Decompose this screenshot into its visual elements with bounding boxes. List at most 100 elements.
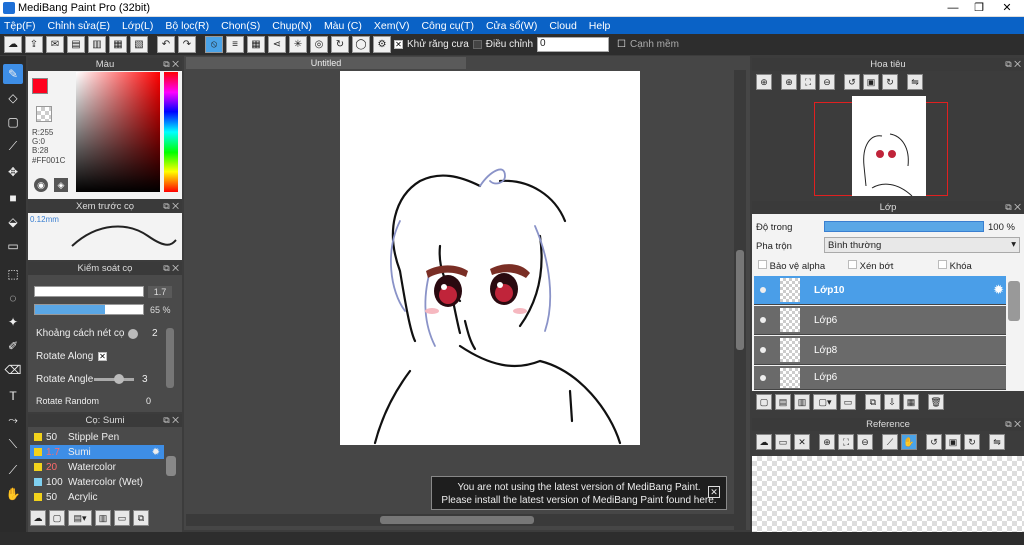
text-tool-icon[interactable]: T bbox=[3, 386, 23, 406]
fit-screen-icon[interactable]: ⛶ bbox=[800, 74, 816, 90]
cloud-download-icon[interactable]: ☁ bbox=[756, 434, 772, 450]
new-layer-icon[interactable]: ▢ bbox=[756, 394, 772, 410]
close-reference-icon[interactable]: ✕ bbox=[794, 434, 810, 450]
layer-opacity-slider[interactable] bbox=[824, 221, 984, 232]
brush-opacity-slider[interactable] bbox=[34, 304, 144, 315]
panel-popout-icon[interactable]: ⧉ ✕ bbox=[1005, 418, 1021, 431]
canvas-vertical-scrollbar[interactable] bbox=[734, 70, 746, 530]
duplicate-layer-icon[interactable]: ⧉ bbox=[865, 394, 881, 410]
new-8bit-layer-icon[interactable]: ▥ bbox=[794, 394, 810, 410]
panel-popout-icon[interactable]: ⧉ ✕ bbox=[1005, 58, 1021, 71]
notification-close-icon[interactable]: ✕ bbox=[708, 486, 720, 498]
protect-alpha-option[interactable]: Bảo vệ alpha bbox=[758, 260, 825, 272]
redo-icon[interactable]: ↷ bbox=[178, 36, 196, 53]
bucket-tool-icon[interactable]: ⬙ bbox=[3, 212, 23, 232]
lasso-tool-icon[interactable]: ◌ bbox=[3, 288, 23, 308]
hand-tool-icon[interactable]: ✋ bbox=[3, 484, 23, 504]
menu-tools[interactable]: Công cụ(T) bbox=[421, 20, 474, 32]
page-icon[interactable]: ▥ bbox=[88, 36, 106, 53]
zoom-in-icon[interactable]: ⊕ bbox=[819, 434, 835, 450]
menu-help[interactable]: Help bbox=[589, 20, 611, 32]
hand-icon[interactable]: ✋ bbox=[901, 434, 917, 450]
snap-off-icon[interactable]: ⦸ bbox=[205, 36, 223, 53]
brush-list-scrollbar[interactable] bbox=[166, 456, 176, 476]
protect-alpha-checkbox[interactable] bbox=[758, 260, 767, 269]
brush-tool-icon[interactable]: ✎ bbox=[3, 64, 23, 84]
gear-icon[interactable]: ✹ bbox=[993, 282, 1004, 298]
minimize-button[interactable]: — bbox=[940, 0, 966, 16]
update-notification[interactable]: You are not using the latest version of … bbox=[431, 476, 727, 510]
select-pen-tool-icon[interactable]: ✐ bbox=[3, 336, 23, 356]
new-halftone-layer-icon[interactable]: ▤ bbox=[775, 394, 791, 410]
operation-tool-icon[interactable]: ⤳ bbox=[3, 410, 23, 430]
fit-screen-icon[interactable]: ⛶ bbox=[838, 434, 854, 450]
maximize-button[interactable]: ❐ bbox=[966, 0, 992, 16]
clipping-checkbox[interactable] bbox=[848, 260, 857, 269]
visibility-icon[interactable] bbox=[760, 374, 766, 381]
brush-size-slider[interactable] bbox=[34, 286, 144, 297]
fill-shape-tool-icon[interactable]: ■ bbox=[3, 188, 23, 208]
divide-tool-icon[interactable]: ⟍ bbox=[3, 434, 23, 454]
radial-snap-icon[interactable]: ✳ bbox=[289, 36, 307, 53]
brush-item-watercolor[interactable]: 20 Watercolor bbox=[30, 460, 164, 474]
delete-layer-icon[interactable]: 🗑 bbox=[928, 394, 944, 410]
curve-snap-icon[interactable]: ↻ bbox=[331, 36, 349, 53]
undo-icon[interactable]: ↶ bbox=[157, 36, 175, 53]
flip-icon[interactable]: ⇋ bbox=[989, 434, 1005, 450]
adjust-checkbox[interactable] bbox=[472, 40, 482, 49]
document-icon[interactable]: ▤ bbox=[67, 36, 85, 53]
canvas-vscroll-thumb[interactable] bbox=[736, 250, 744, 350]
layer-settings-icon[interactable]: ▦ bbox=[903, 394, 919, 410]
lock-checkbox[interactable] bbox=[938, 260, 947, 269]
hue-slider[interactable] bbox=[164, 72, 178, 192]
panel-popout-icon[interactable]: ⧉ ✕ bbox=[163, 58, 179, 71]
folder-icon[interactable]: ▭ bbox=[840, 394, 856, 410]
layer-row[interactable]: Lớp6 bbox=[754, 366, 1006, 390]
spacing-toggle[interactable] bbox=[128, 329, 138, 339]
magic-wand-tool-icon[interactable]: ✦ bbox=[3, 312, 23, 332]
brush-control-scrollbar[interactable] bbox=[166, 328, 174, 388]
open-folder-icon[interactable]: ▭ bbox=[775, 434, 791, 450]
eyedropper-icon[interactable]: ⟋ bbox=[882, 434, 898, 450]
foreground-color-swatch[interactable] bbox=[32, 78, 48, 94]
canvas-hscroll-thumb[interactable] bbox=[380, 516, 534, 524]
saturation-value-picker[interactable] bbox=[76, 72, 160, 192]
rectangle-tool-icon[interactable]: ▢ bbox=[3, 112, 23, 132]
zoom-fit-icon[interactable]: ⊕ bbox=[756, 74, 772, 90]
brush-item-sumi[interactable]: 1.7 Sumi ✹ bbox=[30, 445, 164, 459]
zoom-in-icon[interactable]: ⊕ bbox=[781, 74, 797, 90]
add-brush-icon[interactable]: ▤▾ bbox=[68, 510, 92, 526]
cloud-icon[interactable]: ☁ bbox=[4, 36, 22, 53]
rotate-left-icon[interactable]: ↺ bbox=[844, 74, 860, 90]
menu-view[interactable]: Xem(V) bbox=[374, 20, 410, 32]
menu-window[interactable]: Cửa sổ(W) bbox=[486, 20, 537, 32]
circle-snap-icon[interactable]: ◎ bbox=[310, 36, 328, 53]
menu-cloud[interactable]: Cloud bbox=[549, 20, 576, 32]
duplicate-icon[interactable]: ⧉ bbox=[133, 510, 149, 526]
layer-row[interactable]: Lớp10 ✹ bbox=[754, 276, 1006, 305]
gear-icon[interactable]: ✹ bbox=[152, 447, 160, 458]
page-list-icon[interactable]: ▧ bbox=[130, 36, 148, 53]
layer-list-scrollbar[interactable] bbox=[1008, 281, 1020, 321]
zoom-out-icon[interactable]: ⊖ bbox=[819, 74, 835, 90]
rotate-angle-knob[interactable] bbox=[114, 374, 124, 384]
menu-filter[interactable]: Bộ lọc(R) bbox=[165, 20, 209, 32]
add-layer-menu-icon[interactable]: ▢▾ bbox=[813, 394, 837, 410]
visibility-icon[interactable] bbox=[760, 347, 766, 353]
lock-option[interactable]: Khóa bbox=[938, 260, 972, 272]
blend-mode-dropdown[interactable]: Bình thường ▾ bbox=[824, 237, 1020, 253]
notification-line-2[interactable]: Please install the latest version of Med… bbox=[432, 494, 726, 507]
close-button[interactable]: ✕ bbox=[994, 0, 1020, 16]
menu-edit[interactable]: Chỉnh sửa(E) bbox=[48, 20, 110, 32]
panel-popout-icon[interactable]: ⧉ ✕ bbox=[163, 200, 179, 213]
menu-file[interactable]: Tệp(F) bbox=[4, 20, 36, 32]
gradient-tool-icon[interactable]: ▭ bbox=[3, 236, 23, 256]
grid-doc-icon[interactable]: ▦ bbox=[109, 36, 127, 53]
reference-canvas[interactable] bbox=[752, 456, 1024, 532]
visibility-icon[interactable] bbox=[760, 287, 766, 293]
flip-icon[interactable]: ⇋ bbox=[907, 74, 923, 90]
menu-snap[interactable]: Chụp(N) bbox=[272, 20, 312, 32]
panel-popout-icon[interactable]: ⧉ ✕ bbox=[163, 262, 179, 275]
color-history-icon[interactable]: ◈ bbox=[54, 178, 68, 192]
canvas-horizontal-scrollbar[interactable] bbox=[186, 514, 734, 526]
